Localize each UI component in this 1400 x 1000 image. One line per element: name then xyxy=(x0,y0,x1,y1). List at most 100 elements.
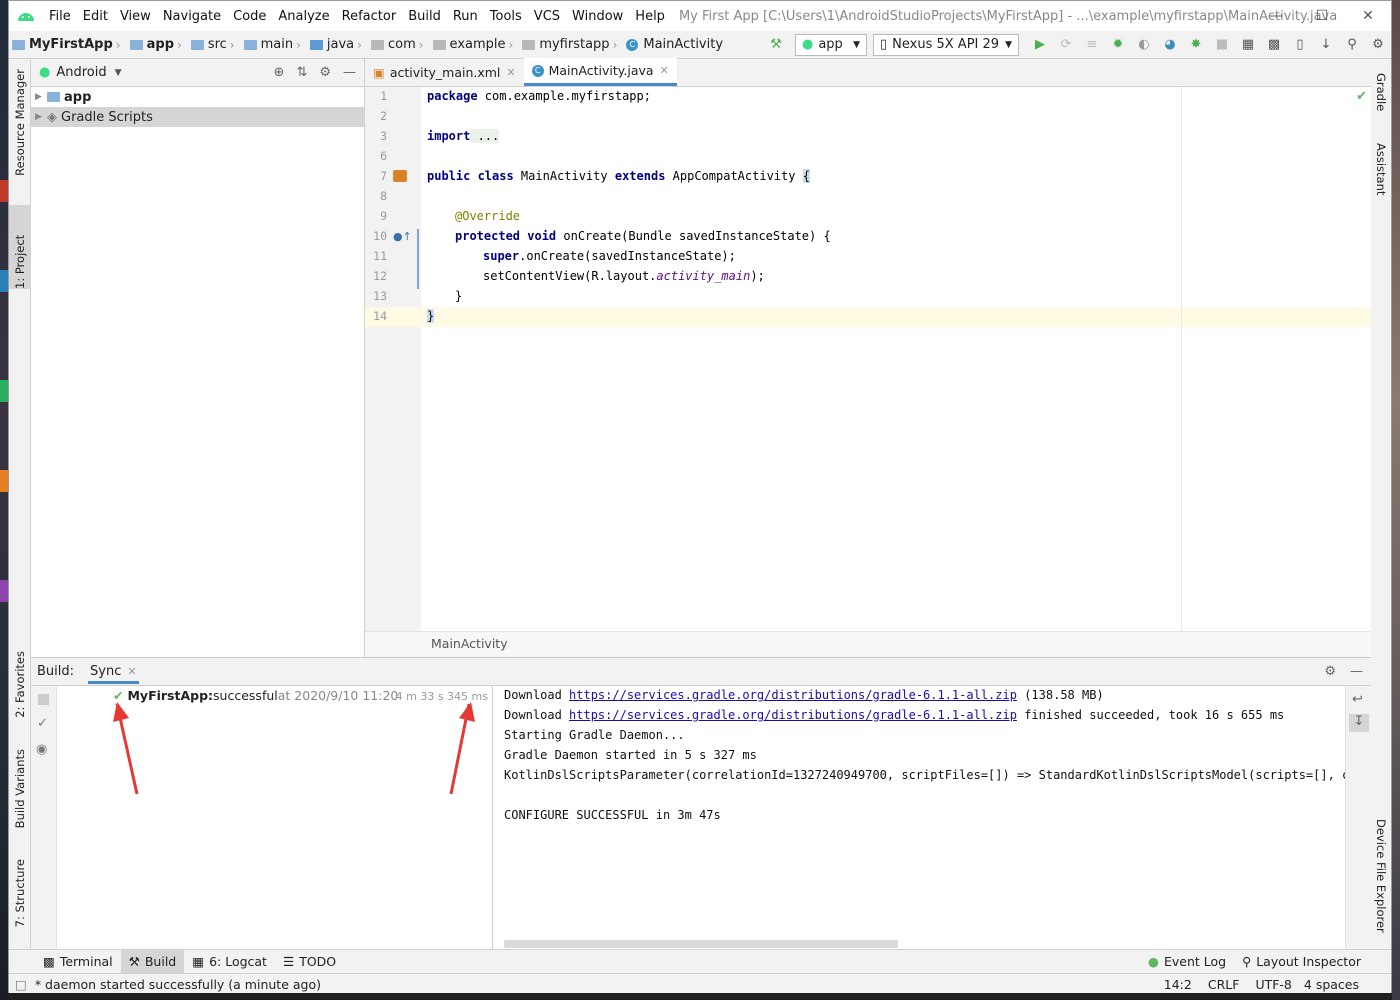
line-separator[interactable]: CRLF xyxy=(1208,977,1240,992)
tab-activity-main-xml[interactable]: ▣ activity_main.xml ✕ xyxy=(365,58,524,86)
sync-gradle-icon[interactable]: ▩ xyxy=(1261,34,1287,56)
soft-wrap-icon[interactable]: ↩ xyxy=(1352,692,1363,707)
gear-icon[interactable]: ⚙ xyxy=(1324,664,1336,679)
hide-icon[interactable]: — xyxy=(343,65,356,80)
tab-resource-manager[interactable]: Resource Manager xyxy=(9,69,31,176)
scroll-to-end-icon[interactable]: ↧ xyxy=(1349,714,1369,732)
project-structure-icon[interactable]: ▦ xyxy=(1235,34,1261,56)
line-number: 6 xyxy=(380,149,387,163)
menu-analyze[interactable]: Analyze xyxy=(272,9,335,24)
search-icon[interactable]: ⚲ xyxy=(1339,34,1365,56)
tab-terminal[interactable]: ▩ Terminal xyxy=(35,950,121,974)
device-select[interactable]: ▯ Nexus 5X API 29 ▼ xyxy=(873,33,1019,56)
close-tab-icon[interactable]: ✕ xyxy=(506,66,515,79)
tab-sync[interactable]: Sync ✕ xyxy=(88,660,139,684)
breadcrumb-src[interactable]: src › xyxy=(188,37,241,52)
chevron-down-icon[interactable]: ▼ xyxy=(115,68,122,78)
stop-icon[interactable]: ■ xyxy=(1209,34,1235,56)
tab-favorites[interactable]: 2: Favorites xyxy=(9,651,31,718)
apply-changes-icon[interactable]: ⟳ xyxy=(1053,34,1079,56)
attach-debugger-icon[interactable]: ✸ xyxy=(1183,34,1209,56)
download-link[interactable]: https://services.gradle.org/distribution… xyxy=(569,688,1017,702)
debug-icon[interactable]: ✹ xyxy=(1105,34,1131,56)
run-icon[interactable]: ▶ xyxy=(1027,34,1053,56)
avd-manager-icon[interactable]: ▯ xyxy=(1287,34,1313,56)
project-view-select[interactable]: Android xyxy=(56,65,106,80)
sdk-manager-icon[interactable]: ↓ xyxy=(1313,34,1339,56)
make-project-hammer-icon[interactable]: ⚒ xyxy=(763,34,789,56)
menu-view[interactable]: View xyxy=(114,9,157,24)
menu-build[interactable]: Build xyxy=(402,9,447,24)
close-tab-icon[interactable]: ✕ xyxy=(127,665,136,678)
menu-code[interactable]: Code xyxy=(227,9,272,24)
menu-file[interactable]: File xyxy=(43,9,77,24)
tab-device-file-explorer[interactable]: Device File Explorer xyxy=(1370,819,1392,933)
maximize-icon[interactable]: ☐ xyxy=(1299,1,1345,31)
tab-logcat[interactable]: ▦ 6: Logcat xyxy=(184,950,275,974)
tab-assistant[interactable]: Assistant xyxy=(1370,143,1392,195)
close-tab-icon[interactable]: ✕ xyxy=(660,64,669,77)
right-margin-guide xyxy=(1181,87,1182,631)
apply-code-changes-icon[interactable]: ≡ xyxy=(1079,34,1105,56)
close-icon[interactable]: ✕ xyxy=(1345,1,1391,31)
menu-tools[interactable]: Tools xyxy=(484,9,528,24)
menu-vcs[interactable]: VCS xyxy=(528,9,566,24)
collapse-all-icon[interactable]: ⇅ xyxy=(296,65,307,80)
hide-icon[interactable]: — xyxy=(1350,664,1363,679)
breadcrumb-java[interactable]: java › xyxy=(307,37,368,52)
tab-todo[interactable]: ☰ TODO xyxy=(275,950,344,974)
breadcrumb-project[interactable]: MyFirstApp › xyxy=(9,37,127,52)
menu-help[interactable]: Help xyxy=(629,9,671,24)
pin-icon[interactable]: ✓ xyxy=(37,716,48,731)
run-config-select[interactable]: ● app ▼ xyxy=(795,33,867,56)
gear-icon[interactable]: ⚙ xyxy=(319,65,331,80)
caret-position[interactable]: 14:2 xyxy=(1164,977,1192,992)
layout-gutter-icon[interactable] xyxy=(393,170,407,182)
menu-window[interactable]: Window xyxy=(566,9,629,24)
menu-edit[interactable]: Edit xyxy=(77,9,114,24)
toggle-tool-windows-icon[interactable]: □ xyxy=(15,977,27,992)
build-console[interactable]: Download https://services.gradle.org/dis… xyxy=(494,686,1345,950)
tree-item-app[interactable]: ▶ app xyxy=(31,87,364,107)
tree-item-gradle-scripts[interactable]: ▶ ◈ Gradle Scripts xyxy=(31,107,364,127)
horizontal-scrollbar[interactable] xyxy=(504,940,898,948)
tab-main-activity-java[interactable]: C MainActivity.java ✕ xyxy=(523,58,677,86)
breadcrumb-mainactivity[interactable]: C MainActivity xyxy=(623,37,726,52)
folder-icon xyxy=(12,39,25,50)
event-log-button[interactable]: ● Event Log xyxy=(1140,950,1234,974)
chevron-right-icon: › xyxy=(418,37,424,52)
build-result-row[interactable]: ✔ MyFirstApp: successful at 2020/9/10 11… xyxy=(113,688,398,703)
minimize-icon[interactable]: — xyxy=(1253,1,1299,31)
menu-navigate[interactable]: Navigate xyxy=(157,9,227,24)
inspection-ok-icon[interactable]: ✔ xyxy=(1356,89,1367,104)
eye-icon[interactable]: ◉ xyxy=(36,742,47,757)
tab-build-variants[interactable]: Build Variants xyxy=(9,749,31,828)
menu-refactor[interactable]: Refactor xyxy=(336,9,403,24)
tab-build[interactable]: ⚒ Build xyxy=(120,949,185,974)
breadcrumb-com[interactable]: com › xyxy=(368,37,430,52)
tab-structure[interactable]: 7: Structure xyxy=(9,859,31,927)
indent-setting[interactable]: 4 spaces xyxy=(1304,977,1359,992)
layout-inspector-button[interactable]: ⚲ Layout Inspector xyxy=(1234,950,1369,974)
breadcrumb-example[interactable]: example › xyxy=(430,37,520,52)
status-message[interactable]: * daemon started successfully (a minute … xyxy=(35,977,321,992)
project-panel-header: ● Android ▼ ⊕ ⇅ ⚙ — xyxy=(31,59,364,87)
download-link[interactable]: https://services.gradle.org/distribution… xyxy=(569,708,1017,722)
settings-icon[interactable]: ⚙ xyxy=(1365,34,1391,56)
breadcrumb-main[interactable]: main › xyxy=(241,37,307,52)
profiler-icon[interactable]: ◕ xyxy=(1157,34,1183,56)
tab-gradle[interactable]: Gradle xyxy=(1370,73,1392,111)
profile-icon[interactable]: ◐ xyxy=(1131,34,1157,56)
tab-label: Sync xyxy=(90,663,122,679)
override-gutter-icon[interactable]: ●↑ xyxy=(393,230,412,243)
file-encoding[interactable]: UTF-8 xyxy=(1255,977,1291,992)
tab-project[interactable]: 1: Project xyxy=(9,205,31,289)
breadcrumb-myfirstapp[interactable]: myfirstapp › xyxy=(519,37,623,52)
menu-run[interactable]: Run xyxy=(447,9,484,24)
stop-icon[interactable] xyxy=(38,694,49,705)
code-area[interactable]: package com.example.myfirstapp; import .… xyxy=(421,87,1371,631)
breadcrumb-app[interactable]: app › xyxy=(127,37,188,52)
locate-icon[interactable]: ⊕ xyxy=(274,65,285,80)
editor-breadcrumb[interactable]: MainActivity xyxy=(365,631,1371,657)
tab-label: MainActivity.java xyxy=(548,63,654,78)
